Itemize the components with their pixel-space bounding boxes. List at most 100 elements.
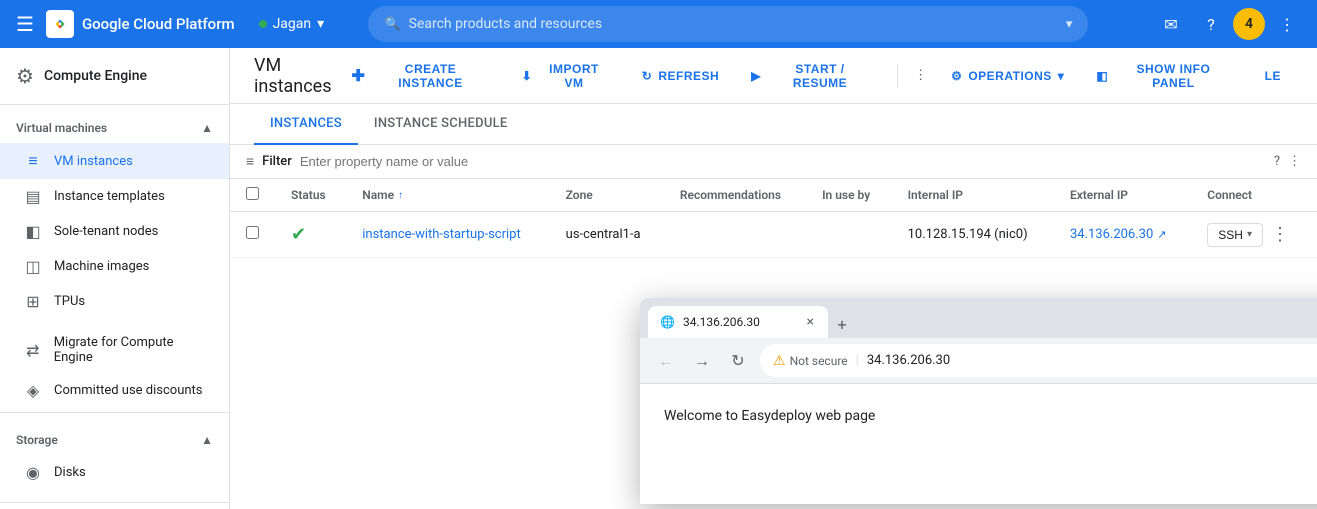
browser-url-text: 34.136.206.30 bbox=[867, 353, 950, 368]
filter-bar: ≡ Filter ? ⋮ bbox=[230, 145, 1317, 179]
machine-images-icon: ◫ bbox=[24, 257, 42, 276]
sidebar-item-vm-instances[interactable]: ≡ VM instances bbox=[0, 143, 229, 179]
create-instance-label: CREATE INSTANCE bbox=[371, 62, 489, 90]
compute-engine-icon: ⚙ bbox=[16, 64, 34, 88]
filter-label: Filter bbox=[262, 154, 292, 169]
browser-content: Welcome to Easydeploy web page bbox=[640, 384, 1317, 504]
filter-icon: ≡ bbox=[246, 153, 254, 170]
browser-tab[interactable]: 🌐 34.136.206.30 × bbox=[648, 306, 828, 338]
sidebar-item-instance-templates[interactable]: ▤ Instance templates bbox=[0, 179, 229, 214]
browser-forward-button[interactable]: → bbox=[688, 347, 716, 375]
not-secure-icon: ⚠ bbox=[773, 353, 786, 369]
name-sort-icon: ↑ bbox=[398, 190, 403, 201]
search-placeholder: Search products and resources bbox=[409, 16, 1058, 32]
global-search[interactable]: 🔍 Search products and resources ▾ bbox=[368, 6, 1088, 42]
row-external-ip-cell: 34.136.206.30 ↗ bbox=[1054, 212, 1191, 258]
disks-icon: ◉ bbox=[24, 463, 42, 482]
browser-popup: 🌐 34.136.206.30 × + − □ × ← → ↻ bbox=[640, 298, 1317, 504]
select-all-checkbox[interactable] bbox=[246, 187, 259, 200]
project-selector[interactable]: Jagan ▾ bbox=[251, 12, 333, 36]
sidebar-item-machine-images[interactable]: ◫ Machine images bbox=[0, 249, 229, 284]
browser-back-button[interactable]: ← bbox=[652, 347, 680, 375]
more-options-button[interactable]: ⋮ bbox=[1269, 6, 1305, 42]
col-header-zone: Zone bbox=[550, 179, 664, 212]
create-instance-icon: ✚ bbox=[351, 66, 365, 86]
virtual-machines-section: Virtual machines ▲ ≡ VM instances ▤ Inst… bbox=[0, 105, 229, 327]
row-checkbox-cell[interactable] bbox=[230, 212, 275, 258]
virtual-machines-section-header[interactable]: Virtual machines ▲ bbox=[0, 113, 229, 143]
header-more-icon[interactable]: ⋮ bbox=[910, 64, 931, 87]
url-separator: | bbox=[856, 353, 859, 368]
project-chevron-icon: ▾ bbox=[317, 16, 324, 32]
project-name: Jagan bbox=[273, 16, 312, 32]
filter-input[interactable] bbox=[300, 154, 1266, 169]
browser-tab-title: 34.136.206.30 bbox=[683, 315, 797, 329]
sidebar-item-migrate-label: Migrate for Compute Engine bbox=[54, 335, 213, 365]
show-info-panel-button[interactable]: ◧ SHOW INFO PANEL bbox=[1084, 56, 1244, 96]
tab-instance-schedule[interactable]: INSTANCE SCHEDULE bbox=[358, 104, 524, 145]
sidebar-header: ⚙ Compute Engine bbox=[0, 48, 229, 105]
operations-icon: ⚙ bbox=[951, 69, 962, 83]
sidebar-item-vm-instances-label: VM instances bbox=[54, 154, 133, 169]
browser-controls: ← → ↻ ⚠ Not secure | 34.136.206.30 ☆ 🧩 ⋮ bbox=[640, 338, 1317, 384]
ssh-label: SSH bbox=[1218, 228, 1243, 242]
tab-instance-schedule-label: INSTANCE SCHEDULE bbox=[374, 116, 508, 131]
filter-help-icon[interactable]: ? bbox=[1274, 154, 1280, 169]
user-avatar[interactable]: 4 bbox=[1233, 8, 1265, 40]
external-ip-link[interactable]: 34.136.206.30 ↗ bbox=[1070, 227, 1175, 242]
sidebar-item-committed-use-label: Committed use discounts bbox=[54, 383, 203, 398]
operations-button[interactable]: ⚙ OPERATIONS ▾ bbox=[939, 63, 1076, 89]
col-header-name[interactable]: Name ↑ bbox=[346, 179, 549, 212]
main-content: VM instances ✚ CREATE INSTANCE ⬇ IMPORT … bbox=[230, 48, 1317, 509]
learn-button[interactable]: LE bbox=[1253, 63, 1293, 89]
refresh-icon: ↻ bbox=[642, 69, 653, 83]
start-resume-button[interactable]: ▶ START / RESUME bbox=[739, 56, 885, 96]
storage-section-header[interactable]: Storage ▲ bbox=[0, 425, 229, 455]
help-button[interactable]: ? bbox=[1193, 6, 1229, 42]
storage-collapse-icon: ▲ bbox=[201, 433, 213, 447]
browser-tab-close-icon[interactable]: × bbox=[805, 312, 816, 332]
show-info-panel-label: SHOW INFO PANEL bbox=[1114, 62, 1233, 90]
header-select-all[interactable] bbox=[230, 179, 275, 212]
create-instance-button[interactable]: ✚ CREATE INSTANCE bbox=[339, 56, 501, 96]
sidebar-item-tpus[interactable]: ⊞ TPUs bbox=[0, 284, 229, 319]
row-status-cell: ✔ bbox=[275, 212, 346, 258]
col-header-status: Status bbox=[275, 179, 346, 212]
app-title: Google Cloud Platform bbox=[82, 15, 235, 33]
browser-tab-bar: 🌐 34.136.206.30 × + − □ × bbox=[640, 298, 1317, 338]
sidebar-item-sole-tenant[interactable]: ◧ Sole-tenant nodes bbox=[0, 214, 229, 249]
browser-tab-favicon: 🌐 bbox=[660, 315, 675, 329]
storage-label: Storage bbox=[16, 433, 58, 447]
tab-instances[interactable]: INSTANCES bbox=[254, 104, 358, 145]
browser-reload-button[interactable]: ↻ bbox=[724, 347, 752, 375]
sidebar-service-title: Compute Engine bbox=[44, 68, 147, 84]
browser-url-bar[interactable]: ⚠ Not secure | 34.136.206.30 ☆ 🧩 ⋮ bbox=[760, 344, 1317, 377]
sidebar: ⚙ Compute Engine Virtual machines ▲ ≡ VM… bbox=[0, 48, 230, 509]
sidebar-item-migrate[interactable]: ⇄ Migrate for Compute Engine bbox=[0, 327, 229, 373]
refresh-label: REFRESH bbox=[658, 69, 719, 83]
sidebar-item-disks[interactable]: ◉ Disks bbox=[0, 455, 229, 490]
instance-name-link[interactable]: instance-with-startup-script bbox=[362, 227, 520, 242]
browser-new-tab-button[interactable]: + bbox=[828, 310, 856, 338]
sidebar-item-tpus-label: TPUs bbox=[54, 294, 85, 309]
ssh-button[interactable]: SSH ▾ bbox=[1207, 223, 1263, 247]
row-zone-cell: us-central1-a bbox=[550, 212, 664, 258]
menu-icon[interactable]: ☰ bbox=[12, 8, 38, 40]
sidebar-divider bbox=[0, 412, 229, 413]
operations-chevron-icon: ▾ bbox=[1058, 69, 1065, 83]
import-vm-button[interactable]: ⬇ IMPORT VM bbox=[510, 56, 622, 96]
sidebar-item-instance-templates-label: Instance templates bbox=[54, 189, 165, 204]
row-checkbox[interactable] bbox=[246, 226, 259, 239]
browser-content-text: Welcome to Easydeploy web page bbox=[664, 408, 1317, 424]
import-vm-label: IMPORT VM bbox=[538, 62, 610, 90]
refresh-button[interactable]: ↻ REFRESH bbox=[630, 63, 731, 89]
table-header-row: Status Name ↑ Zone Recommendations In us… bbox=[230, 179, 1317, 212]
status-running-icon: ✔ bbox=[291, 224, 306, 245]
sidebar-item-committed-use[interactable]: ◈ Committed use discounts bbox=[0, 373, 229, 408]
instance-templates-icon: ▤ bbox=[24, 187, 42, 206]
filter-more-icon[interactable]: ⋮ bbox=[1288, 154, 1301, 169]
row-more-icon[interactable]: ⋮ bbox=[1267, 222, 1293, 247]
search-expand-icon: ▾ bbox=[1066, 17, 1073, 32]
mail-button[interactable]: ✉ bbox=[1153, 6, 1189, 42]
col-header-external-ip: External IP bbox=[1054, 179, 1191, 212]
